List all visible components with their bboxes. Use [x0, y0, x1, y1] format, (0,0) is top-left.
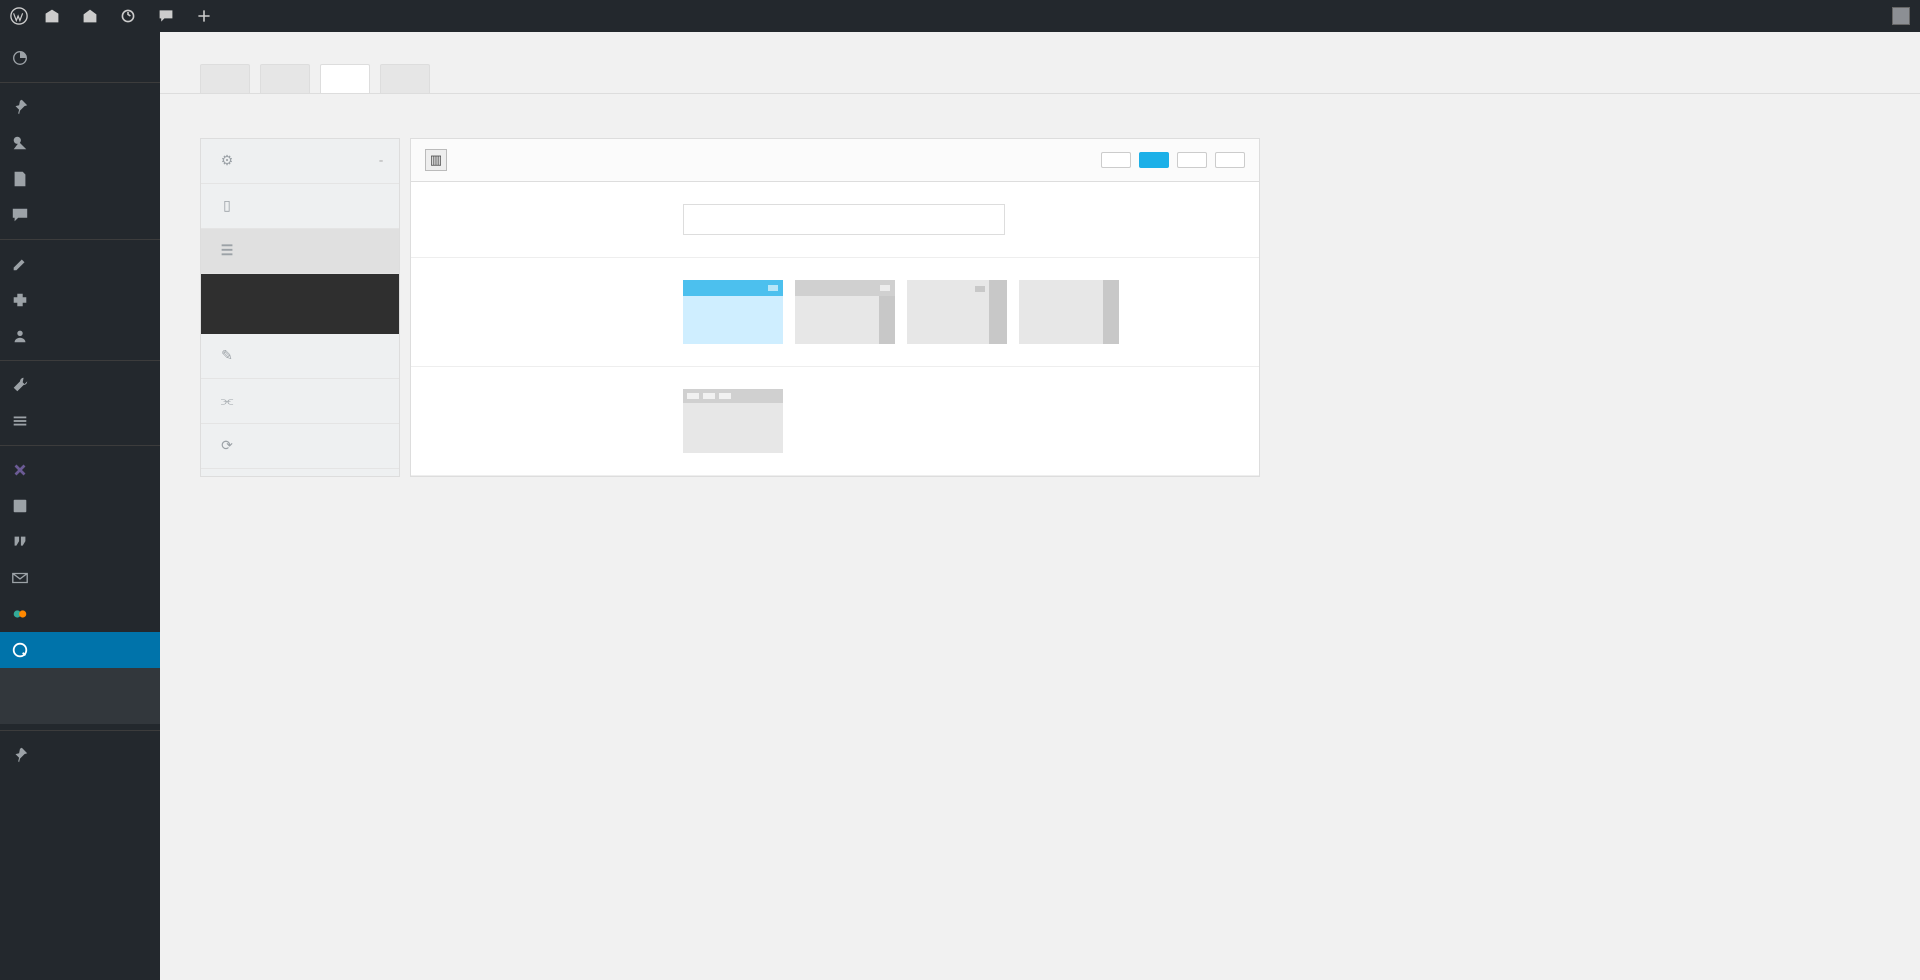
menu-layout-option-1[interactable]: [683, 280, 783, 344]
subnav-menu[interactable]: [201, 274, 399, 294]
menu-portfolio[interactable]: [0, 488, 160, 524]
reset-all-button[interactable]: [1215, 152, 1245, 168]
subnav-default-theme[interactable]: ☰: [201, 229, 399, 274]
menu-vivaco[interactable]: [0, 737, 160, 773]
my-sites[interactable]: [44, 8, 66, 24]
admin-bar: [0, 0, 1920, 32]
create-theme-button[interactable]: [1101, 152, 1131, 168]
tab-options[interactable]: [320, 64, 370, 93]
wrench-icon: ✎: [217, 346, 237, 366]
refresh-icon: ⟳: [217, 436, 237, 456]
appearance-icon: [10, 254, 30, 274]
quadmenu-icon: [10, 640, 30, 660]
submenu-quadmenu-main[interactable]: [0, 668, 160, 682]
subnav-customize[interactable]: ✎: [201, 334, 399, 379]
pin-icon: [10, 97, 30, 117]
plugin-icon: [10, 290, 30, 310]
toolbar: ▥: [410, 138, 1260, 182]
subnav-fonts[interactable]: [201, 314, 399, 334]
menu-plugins[interactable]: [0, 282, 160, 318]
expand-icon: -: [379, 153, 383, 169]
tab-system[interactable]: [260, 64, 310, 93]
settings-icon: [10, 411, 30, 431]
avatar[interactable]: [1892, 7, 1910, 25]
subnav-import-export[interactable]: ⟳: [201, 424, 399, 469]
page-tabs: [160, 32, 1920, 94]
theme-name-input[interactable]: [683, 204, 1005, 235]
comments-count[interactable]: [158, 8, 180, 24]
menu-forms[interactable]: [0, 560, 160, 596]
vc-icon: [10, 604, 30, 624]
subnav-submenu[interactable]: [201, 294, 399, 314]
submenu-options[interactable]: [0, 696, 160, 710]
comment-icon: [10, 205, 30, 225]
align-option-left[interactable]: [683, 389, 783, 453]
expand-toggle[interactable]: ▥: [425, 149, 447, 171]
menu-dashboard[interactable]: [0, 40, 160, 76]
menu-users[interactable]: [0, 318, 160, 354]
menu-tools[interactable]: [0, 367, 160, 403]
save-changes-button[interactable]: [1139, 152, 1169, 168]
menu-comments[interactable]: [0, 197, 160, 233]
new-content[interactable]: [196, 8, 218, 24]
mail-icon: [10, 568, 30, 588]
menu-layout-option-2[interactable]: [795, 280, 895, 344]
subnav-social[interactable]: ⫘: [201, 379, 399, 424]
menu-startuply[interactable]: [0, 452, 160, 488]
tab-quadmenu[interactable]: [200, 64, 250, 93]
tab-compatibility[interactable]: [380, 64, 430, 93]
menu-settings[interactable]: [0, 403, 160, 439]
share-icon: ⫘: [217, 391, 237, 411]
menu-pages[interactable]: [0, 161, 160, 197]
admin-sidebar: [0, 32, 160, 980]
media-icon: [10, 133, 30, 153]
pin-icon: [10, 745, 30, 765]
submenu-quadmenu: [0, 668, 160, 724]
mobile-icon: ▯: [217, 196, 237, 216]
menu-media[interactable]: [0, 125, 160, 161]
menu-layout-option-4[interactable]: [1019, 280, 1119, 344]
updates[interactable]: [120, 8, 142, 24]
menu-layout-option-3[interactable]: [907, 280, 1007, 344]
options-subnav: ⚙- ▯ ☰ ✎ ⫘ ⟳: [200, 138, 400, 477]
gear-icon: ⚙: [217, 151, 237, 171]
subnav-configuration[interactable]: ⚙-: [201, 139, 399, 184]
quote-icon: [10, 532, 30, 552]
tools-icon: [10, 375, 30, 395]
menu-testimonials[interactable]: [0, 524, 160, 560]
reset-section-button[interactable]: [1177, 152, 1207, 168]
dashboard-icon: [10, 48, 30, 68]
submenu-compatibility[interactable]: [0, 710, 160, 724]
users-icon: [10, 326, 30, 346]
menu-quadmenu[interactable]: [0, 632, 160, 668]
subnav-responsive[interactable]: ▯: [201, 184, 399, 229]
portfolio-icon: [10, 496, 30, 516]
menu-visual-composer[interactable]: [0, 596, 160, 632]
page-icon: [10, 169, 30, 189]
menu-appearance[interactable]: [0, 246, 160, 282]
submenu-system[interactable]: [0, 682, 160, 696]
startuply-icon: [10, 460, 30, 480]
wp-logo[interactable]: [10, 7, 28, 25]
layout-icon: ☰: [217, 241, 237, 261]
site-name[interactable]: [82, 8, 104, 24]
menu-posts[interactable]: [0, 89, 160, 125]
